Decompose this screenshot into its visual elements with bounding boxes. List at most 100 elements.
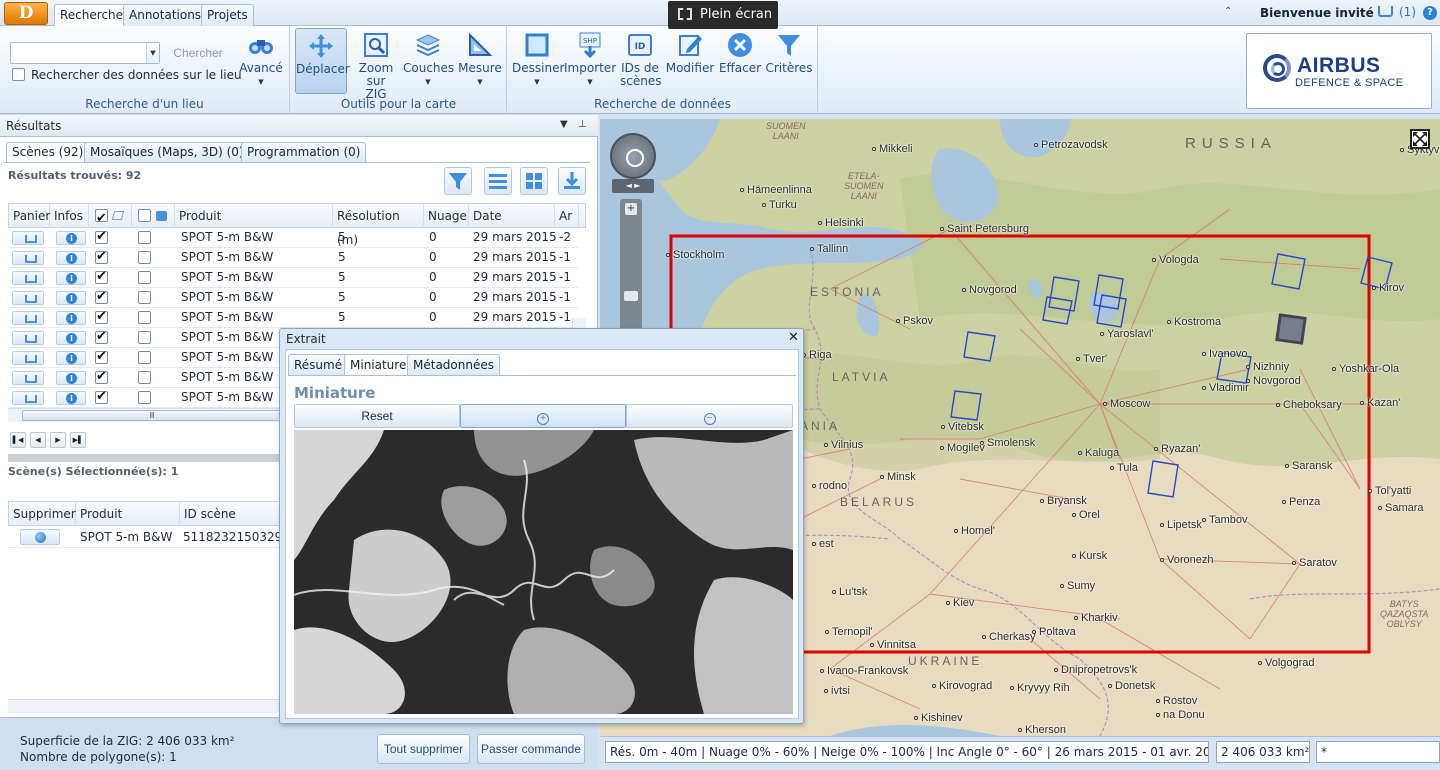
erase-button[interactable]: Effacer bbox=[716, 28, 764, 75]
last-page-button[interactable]: ▶▌ bbox=[70, 432, 86, 448]
scene-thumbnail-image[interactable] bbox=[294, 430, 793, 714]
next-page-button[interactable]: ▶ bbox=[50, 432, 66, 448]
tab-projets[interactable]: Projets bbox=[201, 4, 254, 26]
footprint-checkbox[interactable] bbox=[95, 389, 108, 404]
scene-footprint[interactable] bbox=[1096, 294, 1127, 328]
rotate-control[interactable]: ◄ ► bbox=[612, 179, 654, 193]
col-sel-product[interactable]: Produit bbox=[76, 502, 180, 526]
tab-scenes[interactable]: Scènes (92) bbox=[6, 142, 90, 162]
import-button[interactable]: SHP Importer ▼ bbox=[564, 28, 616, 89]
quicklook-checkbox[interactable] bbox=[138, 251, 151, 264]
quicklook-checkbox[interactable] bbox=[138, 271, 151, 284]
prev-page-button[interactable]: ◀ bbox=[30, 432, 46, 448]
tab-mosaics[interactable]: Mosaïques (Maps, 3D) (0) bbox=[84, 142, 250, 162]
select-all-quicklook-checkbox[interactable] bbox=[138, 209, 151, 222]
footprint-checkbox[interactable] bbox=[95, 229, 108, 244]
scene-footprint[interactable] bbox=[1271, 253, 1306, 290]
footprint-checkbox[interactable] bbox=[95, 249, 108, 264]
zoom-slider-bar[interactable]: + bbox=[620, 199, 642, 334]
quicklook-checkbox[interactable] bbox=[138, 311, 151, 324]
table-row[interactable]: SPOT 5-m B&W 5 0 29 mars 2015-1 bbox=[8, 288, 578, 308]
table-row[interactable]: SPOT 5-m B&W 5 0 29 mars 2015-1 bbox=[8, 248, 578, 268]
reset-button[interactable]: Reset bbox=[294, 404, 460, 428]
criteria-button[interactable]: Critères bbox=[764, 28, 814, 75]
filter-results-button[interactable] bbox=[444, 167, 472, 195]
table-row[interactable]: SPOT 5-m B&W 5 0 29 mars 2015-1 bbox=[8, 308, 578, 328]
panel-menu-icon[interactable]: ▼ bbox=[560, 119, 568, 130]
col-product[interactable]: Produit bbox=[175, 204, 333, 228]
modify-button[interactable]: Modifier bbox=[664, 28, 716, 75]
add-to-cart-button[interactable] bbox=[12, 371, 44, 385]
scene-footprint[interactable] bbox=[1048, 276, 1080, 312]
quicklook-checkbox[interactable] bbox=[138, 231, 151, 244]
col-resolution[interactable]: Résolution (m) bbox=[333, 204, 424, 247]
scene-footprint[interactable] bbox=[1093, 274, 1124, 310]
scene-footprint[interactable] bbox=[963, 331, 996, 362]
scene-ids-button[interactable]: ID IDs de scènes bbox=[618, 28, 662, 88]
tab-summary[interactable]: Résumé bbox=[288, 354, 349, 375]
cart-link[interactable]: (1) bbox=[1378, 5, 1416, 19]
tab-metadata[interactable]: Métadonnées bbox=[407, 354, 500, 375]
info-button[interactable] bbox=[56, 331, 86, 345]
remove-scene-button[interactable] bbox=[20, 529, 60, 545]
info-button[interactable] bbox=[56, 251, 86, 265]
splitter[interactable] bbox=[8, 454, 288, 462]
measure-button[interactable]: Mesure ▼ bbox=[455, 28, 505, 89]
zoom-out-thumb-button[interactable]: − bbox=[626, 404, 793, 428]
zoom-slider-handle[interactable] bbox=[624, 291, 638, 301]
info-button[interactable] bbox=[56, 391, 86, 405]
selected-horizontal-scrollbar[interactable] bbox=[8, 699, 286, 713]
first-page-button[interactable]: ▌◀ bbox=[10, 432, 26, 448]
col-select-quicklook[interactable] bbox=[132, 204, 175, 228]
footprint-checkbox[interactable] bbox=[95, 349, 108, 364]
help-icon[interactable]: ? bbox=[1423, 6, 1437, 20]
layers-button[interactable]: Couches ▼ bbox=[403, 28, 454, 89]
add-to-cart-button[interactable] bbox=[12, 311, 44, 325]
tab-annotations[interactable]: Annotations bbox=[123, 4, 208, 26]
app-logo-button[interactable]: D bbox=[4, 2, 48, 25]
add-to-cart-button[interactable] bbox=[12, 251, 44, 265]
col-date[interactable]: Date bbox=[469, 204, 555, 228]
footprint-checkbox[interactable] bbox=[95, 369, 108, 384]
search-history-dropdown[interactable]: ▼ bbox=[146, 43, 159, 63]
col-angle[interactable]: Ar bbox=[555, 204, 579, 228]
filter-field[interactable]: * bbox=[1316, 741, 1440, 763]
scene-footprint[interactable] bbox=[950, 390, 982, 421]
zoom-in-thumb-button[interactable]: + bbox=[460, 404, 626, 428]
table-row[interactable]: SPOT 5-m B&W 5 0 29 mars 2015-1 bbox=[8, 268, 578, 288]
footprint-checkbox[interactable] bbox=[95, 309, 108, 324]
footprint-checkbox[interactable] bbox=[95, 289, 108, 304]
map-navigation-control[interactable]: ◄ ► bbox=[608, 133, 658, 195]
collapse-ribbon-icon[interactable]: ⌃ bbox=[1224, 6, 1232, 17]
quicklook-checkbox[interactable] bbox=[138, 371, 151, 384]
download-button[interactable] bbox=[558, 167, 586, 195]
add-to-cart-button[interactable] bbox=[12, 231, 44, 245]
pan-button[interactable]: Déplacer bbox=[295, 28, 350, 94]
quicklook-checkbox[interactable] bbox=[138, 291, 151, 304]
zoom-zig-button[interactable]: Zoom sur ZIG bbox=[351, 28, 401, 101]
col-basket[interactable]: Panier bbox=[9, 204, 50, 228]
info-button[interactable] bbox=[56, 271, 86, 285]
advanced-search-button[interactable]: Avancé ▼ bbox=[238, 28, 284, 89]
close-icon[interactable]: ✕ bbox=[788, 330, 799, 345]
results-horizontal-scroll-thumb[interactable]: Ⅲ bbox=[22, 410, 282, 421]
tab-thumbnail[interactable]: Miniature bbox=[344, 354, 413, 376]
tab-recherche[interactable]: Recherche bbox=[54, 4, 130, 27]
quicklook-checkbox[interactable] bbox=[138, 391, 151, 404]
footprint-checkbox[interactable] bbox=[95, 329, 108, 344]
table-row[interactable]: SPOT 5-m B&W 5 0 29 mars 2015-2 bbox=[8, 228, 578, 248]
col-info[interactable]: Infos bbox=[50, 204, 89, 228]
info-button[interactable] bbox=[56, 351, 86, 365]
add-to-cart-button[interactable] bbox=[12, 351, 44, 365]
quicklook-checkbox[interactable] bbox=[138, 331, 151, 344]
list-view-button[interactable] bbox=[484, 167, 512, 195]
tab-programming[interactable]: Programmation (0) bbox=[241, 142, 367, 162]
col-delete[interactable]: Supprimer bbox=[9, 502, 76, 526]
scene-footprint[interactable] bbox=[1147, 460, 1179, 498]
info-button[interactable] bbox=[56, 371, 86, 385]
fullscreen-icon[interactable] bbox=[1410, 129, 1430, 149]
footprint-checkbox[interactable] bbox=[95, 269, 108, 284]
info-button[interactable] bbox=[56, 231, 86, 245]
info-button[interactable] bbox=[56, 311, 86, 325]
col-select-footprint[interactable] bbox=[89, 204, 132, 231]
